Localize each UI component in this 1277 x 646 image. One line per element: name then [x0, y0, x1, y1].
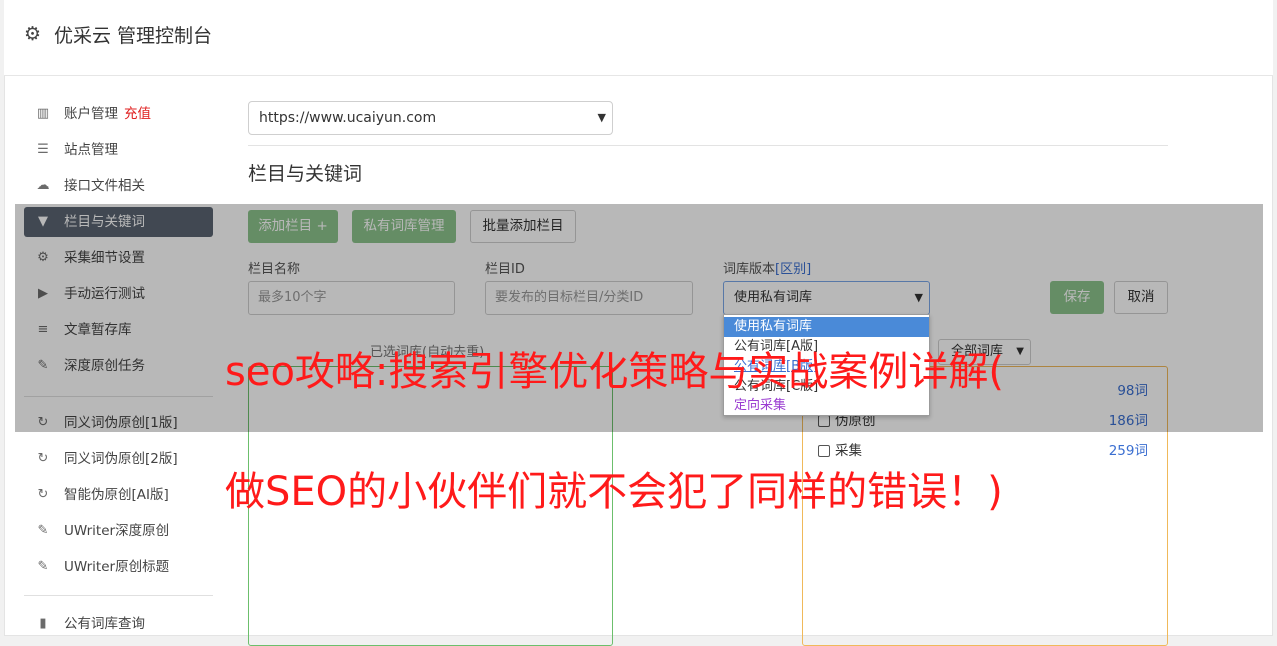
- sidebar-item-ai-rewrite[interactable]: ↻ 智能伪原创[AI版]: [24, 480, 213, 510]
- sidebar-item-public-lib-query[interactable]: ▮ 公有词库查询: [24, 609, 213, 639]
- book-icon: ▮: [39, 616, 47, 631]
- site-select-value: https://www.ucaiyun.com: [259, 110, 437, 126]
- sidebar-item-label: 接口文件相关: [64, 178, 145, 194]
- refresh-icon: ↻: [37, 487, 49, 502]
- refresh-icon: ↻: [37, 451, 49, 466]
- page-title: 优采云 管理控制台: [54, 25, 213, 47]
- dropdown-option[interactable]: 使用私有词库: [724, 317, 929, 337]
- cloud-upload-icon: ☁: [36, 178, 50, 193]
- sidebar-item-label: 同义词伪原创[2版]: [64, 451, 178, 467]
- sidebar-divider: [24, 595, 213, 596]
- sidebar-item-interface-files[interactable]: ☁ 接口文件相关: [24, 171, 213, 201]
- lib-count: 259词: [1108, 443, 1148, 459]
- dropdown-option[interactable]: 定向采集: [724, 396, 929, 416]
- server-icon: ☰: [37, 142, 49, 157]
- section-title: 栏目与关键词: [248, 163, 363, 185]
- sidebar-item-label: 公有词库查询: [64, 616, 145, 632]
- watermark-line-1: seo攻略:搜索引擎优化策略与实战案例详解(: [225, 349, 1005, 395]
- sidebar-item-label: UWriter深度原创: [64, 523, 170, 539]
- recharge-link[interactable]: 充值: [124, 106, 151, 122]
- site-select[interactable]: https://www.ucaiyun.com ▼: [248, 101, 613, 135]
- chevron-down-icon: ▼: [597, 111, 606, 124]
- sidebar-item-sites[interactable]: ☰ 站点管理: [24, 135, 213, 165]
- watermark-line-2: 做SEO的小伙伴们就不会犯了同样的错误！): [225, 469, 1003, 515]
- edit-icon: ✎: [37, 523, 49, 538]
- edit-icon: ✎: [37, 559, 49, 574]
- bar-chart-icon: ▥: [36, 106, 50, 121]
- lib-name: 采集: [835, 443, 862, 459]
- divider: [248, 145, 1168, 146]
- sidebar-item-label: 账户管理: [64, 106, 118, 122]
- modal-backdrop: [15, 204, 1263, 432]
- lib-checkbox[interactable]: [818, 445, 830, 457]
- sidebar-item-uwriter-title[interactable]: ✎ UWriter原创标题: [24, 552, 213, 582]
- sidebar-item-account[interactable]: ▥ 账户管理 充值: [24, 99, 213, 129]
- gear-icon[interactable]: ⚙: [24, 24, 44, 44]
- sidebar-item-label: 站点管理: [64, 142, 118, 158]
- list-item[interactable]: 采集 259词: [818, 440, 1148, 462]
- sidebar-item-uwriter-deep[interactable]: ✎ UWriter深度原创: [24, 516, 213, 546]
- sidebar-item-synonym-v2[interactable]: ↻ 同义词伪原创[2版]: [24, 444, 213, 474]
- sidebar-item-label: 智能伪原创[AI版]: [64, 487, 169, 503]
- sidebar-item-label: UWriter原创标题: [64, 559, 170, 575]
